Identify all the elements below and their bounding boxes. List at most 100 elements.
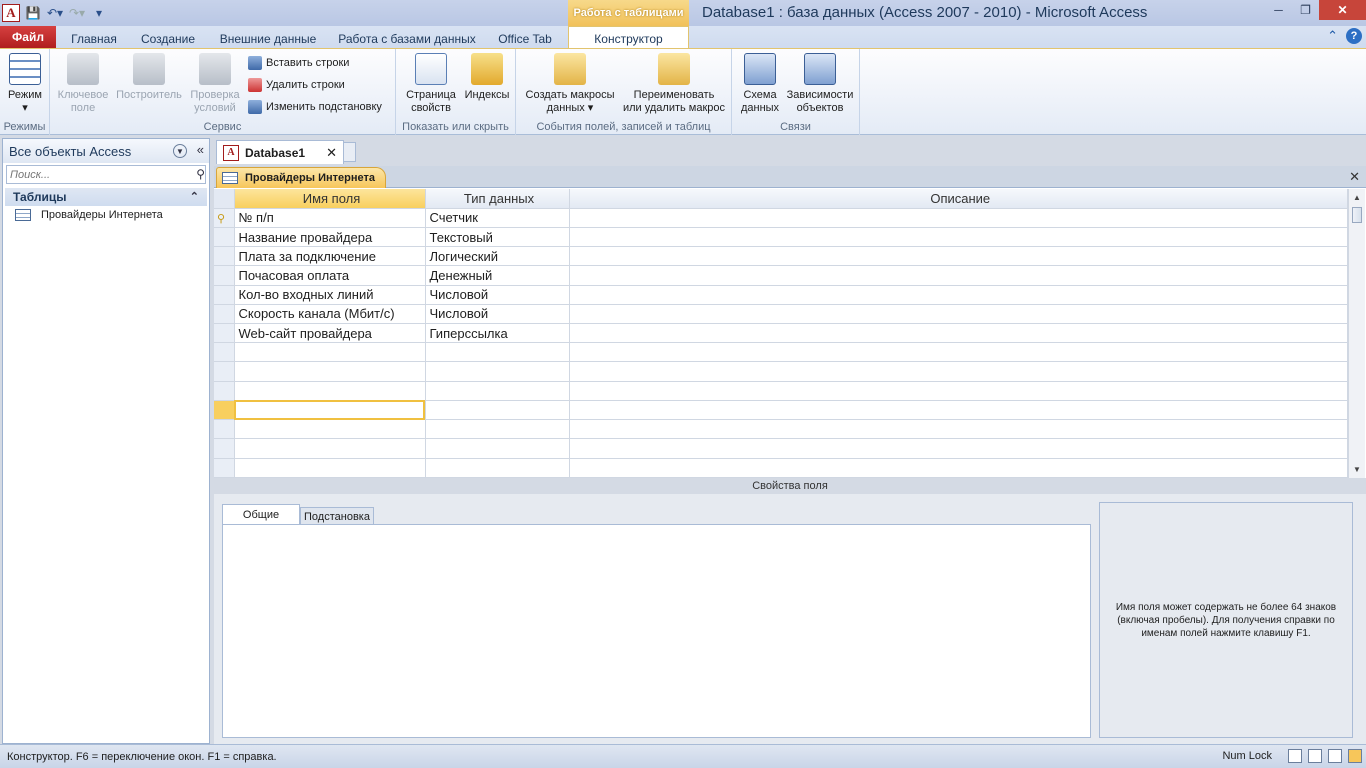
- field-name-cell[interactable]: [234, 458, 426, 479]
- field-name-cell[interactable]: [234, 438, 426, 459]
- description-cell[interactable]: [569, 208, 1348, 228]
- undo-icon[interactable]: ↶▾: [46, 4, 64, 22]
- insert-rows-button[interactable]: Вставить строки: [248, 54, 349, 72]
- row-selector[interactable]: [214, 458, 235, 479]
- tab-file[interactable]: Файл: [0, 26, 56, 48]
- description-cell[interactable]: [569, 304, 1348, 325]
- modify-lookups-button[interactable]: Изменить подстановку: [248, 98, 382, 116]
- table-row[interactable]: Кол-во входных линий Числовой: [214, 285, 1348, 305]
- table-row[interactable]: Скорость канала (Мбит/с) Числовой: [214, 304, 1348, 325]
- data-type-cell[interactable]: Текстовый: [425, 227, 570, 248]
- table-row[interactable]: ⚲ № п/п Счетчик: [214, 208, 1348, 228]
- description-cell[interactable]: [569, 323, 1348, 344]
- property-sheet-button[interactable]: Страница свойств: [402, 53, 460, 115]
- row-selector[interactable]: [214, 246, 235, 267]
- description-cell[interactable]: [569, 438, 1348, 459]
- nav-header[interactable]: Все объекты Access ▼ «: [3, 139, 209, 163]
- current-row[interactable]: [214, 400, 1348, 421]
- data-type-cell[interactable]: [425, 438, 570, 459]
- description-cell[interactable]: [569, 361, 1348, 382]
- data-type-cell[interactable]: [425, 361, 570, 382]
- tab-database-tools[interactable]: Работа с базами данных: [332, 30, 482, 48]
- access-logo-icon[interactable]: A: [2, 4, 20, 22]
- builder-button[interactable]: Построитель: [114, 53, 184, 102]
- empty-row[interactable]: [214, 342, 1348, 363]
- data-type-cell[interactable]: [425, 381, 570, 401]
- select-all-cell[interactable]: [214, 189, 235, 209]
- table-row[interactable]: Web-сайт провайдера Гиперссылка: [214, 323, 1348, 344]
- data-type-cell[interactable]: [425, 458, 570, 479]
- tab-external-data[interactable]: Внешние данные: [210, 30, 326, 48]
- tab-create[interactable]: Создание: [132, 30, 204, 48]
- save-icon[interactable]: 💾: [24, 4, 42, 22]
- restore-icon[interactable]: ❐: [1292, 0, 1319, 20]
- description-cell[interactable]: [569, 419, 1348, 440]
- pivottable-view-icon[interactable]: [1308, 749, 1322, 763]
- nav-collapse-icon[interactable]: «: [197, 142, 204, 157]
- empty-row[interactable]: [214, 458, 1348, 479]
- rename-macro-button[interactable]: Переименовать или удалить макрос: [618, 53, 730, 115]
- description-cell[interactable]: [569, 285, 1348, 305]
- row-selector[interactable]: [214, 381, 235, 401]
- datasheet-view-icon[interactable]: [1288, 749, 1302, 763]
- help-icon[interactable]: ?: [1346, 28, 1362, 44]
- data-type-cell[interactable]: [425, 342, 570, 363]
- scroll-thumb[interactable]: [1352, 207, 1362, 223]
- table-row[interactable]: Плата за подключение Логический: [214, 246, 1348, 267]
- active-field-name-cell[interactable]: [234, 400, 426, 421]
- properties-panel[interactable]: [222, 524, 1091, 738]
- data-type-cell[interactable]: Гиперссылка: [425, 323, 570, 344]
- tab-office-tab[interactable]: Office Tab: [488, 30, 562, 48]
- nav-group-tables[interactable]: Таблицы ⌃: [5, 188, 207, 206]
- description-cell[interactable]: [569, 342, 1348, 363]
- close-window-icon[interactable]: ✕: [1319, 0, 1366, 20]
- description-cell[interactable]: [569, 381, 1348, 401]
- create-data-macros-button[interactable]: Создать макросы данных ▾: [520, 53, 620, 115]
- data-type-cell[interactable]: [425, 419, 570, 440]
- empty-row[interactable]: [214, 381, 1348, 401]
- description-cell[interactable]: [569, 265, 1348, 286]
- field-name-cell[interactable]: Почасовая оплата: [234, 265, 426, 286]
- row-selector[interactable]: [214, 438, 235, 459]
- indexes-button[interactable]: Индексы: [462, 53, 512, 102]
- description-cell[interactable]: [569, 246, 1348, 267]
- scroll-up-icon[interactable]: ▲: [1349, 189, 1365, 206]
- tab-lookup[interactable]: Подстановка: [300, 507, 374, 525]
- empty-row[interactable]: [214, 361, 1348, 382]
- description-cell[interactable]: [569, 458, 1348, 479]
- description-cell[interactable]: [569, 227, 1348, 248]
- close-tab-icon[interactable]: ✕: [326, 145, 337, 161]
- field-name-cell[interactable]: Кол-во входных линий: [234, 285, 426, 305]
- pivotchart-view-icon[interactable]: [1328, 749, 1342, 763]
- column-header-data-type[interactable]: Тип данных: [425, 189, 570, 209]
- row-selector[interactable]: [214, 400, 235, 421]
- column-header-description[interactable]: Описание: [569, 189, 1348, 209]
- data-type-cell[interactable]: [425, 400, 570, 421]
- nav-search-input[interactable]: [6, 165, 206, 184]
- data-type-cell[interactable]: Денежный: [425, 265, 570, 286]
- field-name-cell[interactable]: [234, 419, 426, 440]
- vertical-scrollbar[interactable]: ▲ ▼: [1348, 189, 1365, 478]
- view-button[interactable]: Режим ▾: [4, 53, 46, 115]
- column-header-field-name[interactable]: Имя поля: [234, 189, 426, 209]
- delete-rows-button[interactable]: Удалить строки: [248, 76, 345, 94]
- row-selector[interactable]: [214, 342, 235, 363]
- field-name-cell[interactable]: № п/п: [234, 208, 426, 228]
- field-name-cell[interactable]: Скорость канала (Мбит/с): [234, 304, 426, 325]
- table-row[interactable]: Почасовая оплата Денежный: [214, 265, 1348, 286]
- data-type-cell[interactable]: Логический: [425, 246, 570, 267]
- customize-qat-icon[interactable]: ▾: [90, 4, 108, 22]
- tab-general[interactable]: Общие: [222, 504, 300, 525]
- tab-design[interactable]: Конструктор: [568, 26, 689, 50]
- field-name-cell[interactable]: Плата за подключение: [234, 246, 426, 267]
- row-selector[interactable]: [214, 323, 235, 344]
- field-name-cell[interactable]: Web-сайт провайдера: [234, 323, 426, 344]
- close-object-icon[interactable]: ✕: [1349, 169, 1360, 185]
- row-selector[interactable]: [214, 419, 235, 440]
- data-type-cell[interactable]: Числовой: [425, 304, 570, 325]
- field-name-cell[interactable]: [234, 342, 426, 363]
- scroll-down-icon[interactable]: ▼: [1349, 461, 1365, 478]
- test-validation-button[interactable]: Проверка условий: [188, 53, 242, 115]
- design-view-icon[interactable]: [1348, 749, 1362, 763]
- minimize-icon[interactable]: ─: [1265, 0, 1292, 20]
